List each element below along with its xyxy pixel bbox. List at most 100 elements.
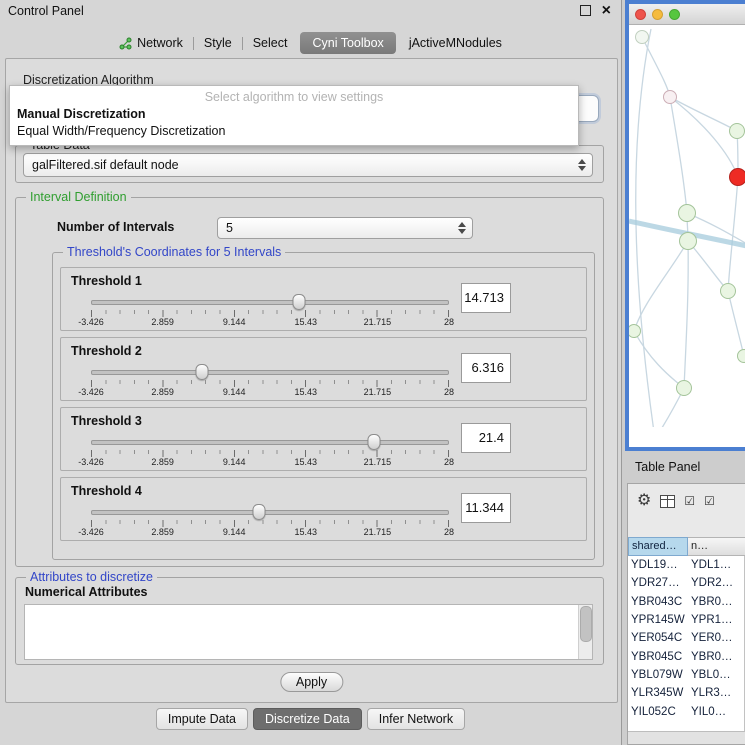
threshold-value-field[interactable]: 6.316 [461, 353, 511, 383]
float-window-icon[interactable] [580, 5, 591, 16]
threshold-row: Threshold 1 -3.426 2.859 9.144 15.43 21.… [60, 267, 587, 331]
network-node[interactable] [737, 349, 745, 363]
threshold-coordinates-group: Threshold's Coordinates for 5 Intervals … [52, 252, 595, 560]
network-node[interactable] [729, 168, 745, 186]
slider-tick-label: 2.859 [151, 387, 174, 397]
dropdown-option-equal-width[interactable]: Equal Width/Frequency Discretization [10, 123, 578, 140]
table-panel-toolbar: ⚙ ☑ ☑ [628, 484, 745, 518]
column-header-shared-name[interactable]: shared… [628, 537, 688, 556]
tab-impute-data[interactable]: Impute Data [156, 708, 248, 730]
slider-tick-label: 2.859 [151, 457, 174, 467]
slider-thumb[interactable] [253, 504, 266, 520]
table-row[interactable]: YER054C YER0… [628, 629, 745, 647]
zoom-traffic-light-icon[interactable] [669, 9, 680, 20]
threshold-slider[interactable]: -3.426 2.859 9.144 15.43 21.715 28 [91, 436, 449, 470]
stepper-icon [578, 159, 586, 171]
threshold-value-field[interactable]: 21.4 [461, 423, 511, 453]
close-window-icon[interactable]: × [602, 5, 611, 16]
attributes-list-scrollbar[interactable] [578, 605, 592, 659]
attributes-group-title: Attributes to discretize [26, 570, 157, 584]
network-node[interactable] [720, 283, 736, 299]
slider-tick-label: 9.144 [223, 527, 246, 537]
number-of-intervals-label: Number of Intervals [57, 220, 174, 234]
table-row[interactable]: YBL079W YBL0… [628, 666, 745, 684]
slider-tick-label: 28 [444, 387, 454, 397]
slider-track[interactable] [91, 370, 449, 375]
tab-discretize-data[interactable]: Discretize Data [253, 708, 362, 730]
network-window-titlebar[interactable] [629, 4, 745, 25]
tab-network-label: Network [137, 36, 183, 50]
dropdown-placeholder-option[interactable]: Select algorithm to view settings [10, 86, 578, 106]
right-panel: Table Panel ⚙ ☑ ☑ shared… n… YDL19… YDL1… [625, 0, 745, 745]
tab-select[interactable]: Select [243, 32, 298, 54]
select-all-checkbox-icon[interactable]: ☑ [684, 495, 695, 507]
threshold-slider[interactable]: -3.426 2.859 9.144 15.43 21.715 28 [91, 296, 449, 330]
close-traffic-light-icon[interactable] [635, 9, 646, 20]
network-node[interactable] [663, 90, 677, 104]
tab-style[interactable]: Style [194, 32, 242, 54]
threshold-slider[interactable]: -3.426 2.859 9.144 15.43 21.715 28 [91, 366, 449, 400]
slider-tick-label: -3.426 [78, 387, 104, 397]
table-row[interactable]: YLR345W YLR3… [628, 684, 745, 702]
slider-tick-label: 15.43 [295, 387, 318, 397]
minimize-traffic-light-icon[interactable] [652, 9, 663, 20]
slider-tick-label: 21.715 [364, 527, 392, 537]
slider-thumb[interactable] [367, 434, 380, 450]
slider-thumb[interactable] [292, 294, 305, 310]
network-node[interactable] [635, 30, 649, 44]
dropdown-option-manual-discretization[interactable]: Manual Discretization [10, 106, 578, 123]
threshold-row: Threshold 3 -3.426 2.859 9.144 15.43 21.… [60, 407, 587, 471]
select-column-checkbox-icon[interactable]: ☑ [704, 495, 715, 507]
tab-network[interactable]: Network [109, 32, 193, 54]
tab-cyni-toolbox[interactable]: Cyni Toolbox [300, 32, 395, 54]
control-panel-window: Control Panel × Network Style Select Cyn… [0, 0, 622, 745]
control-panel-titlebar[interactable]: Control Panel × [0, 0, 621, 24]
number-of-intervals-combobox[interactable]: 5 [217, 217, 473, 239]
table-row[interactable]: YBR043C YBR0… [628, 593, 745, 611]
threshold-label: Threshold 1 [71, 274, 142, 288]
slider-tick-label: 21.715 [364, 317, 392, 327]
slider-major-ticks [91, 310, 449, 317]
table-row[interactable]: YBR045C YBR0… [628, 647, 745, 665]
table-data-value: galFiltered.sif default node [32, 158, 179, 172]
table-header-row: shared… n… [628, 537, 745, 556]
column-layout-icon[interactable] [660, 495, 675, 508]
slider-major-ticks [91, 520, 449, 527]
table-data-group: Table Data galFiltered.sif default node [15, 145, 604, 183]
apply-button[interactable]: Apply [280, 672, 343, 692]
slider-tick-label: -3.426 [78, 317, 104, 327]
slider-major-ticks [91, 380, 449, 387]
table-data-combobox[interactable]: galFiltered.sif default node [23, 153, 593, 177]
network-view-window[interactable] [625, 0, 745, 451]
numerical-attributes-list[interactable] [24, 604, 593, 660]
network-node[interactable] [678, 204, 696, 222]
slider-track[interactable] [91, 300, 449, 305]
settings-gear-icon[interactable]: ⚙ [637, 493, 651, 509]
table-panel-title: Table Panel [635, 460, 700, 474]
slider-thumb[interactable] [195, 364, 208, 380]
threshold-slider[interactable]: -3.426 2.859 9.144 15.43 21.715 28 [91, 506, 449, 540]
threshold-value-field[interactable]: 11.344 [461, 493, 511, 523]
threshold-coordinates-title: Threshold's Coordinates for 5 Intervals [63, 245, 285, 259]
tab-infer-network[interactable]: Infer Network [367, 708, 465, 730]
interval-definition-title: Interval Definition [26, 190, 131, 204]
table-row[interactable]: YIL052C YIL0… [628, 702, 745, 720]
network-node[interactable] [729, 123, 745, 139]
network-node[interactable] [676, 380, 692, 396]
table-row[interactable]: YDL19… YDL1… [628, 556, 745, 574]
window-title: Control Panel [8, 4, 84, 18]
column-header-name[interactable]: n… [688, 537, 745, 556]
table-row[interactable]: YDR27… YDR2… [628, 574, 745, 592]
network-canvas[interactable] [629, 25, 745, 427]
traffic-lights [635, 9, 680, 20]
table-horizontal-scrollbar[interactable] [628, 731, 745, 744]
slider-track[interactable] [91, 510, 449, 515]
slider-track[interactable] [91, 440, 449, 445]
slider-tick-label: 9.144 [223, 457, 246, 467]
network-node[interactable] [679, 232, 697, 250]
tab-jactivemnodules[interactable]: jActiveMNodules [399, 32, 512, 54]
table-row[interactable]: YPR145W YPR1… [628, 611, 745, 629]
table-panel: ⚙ ☑ ☑ shared… n… YDL19… YDL1… YDR27… YDR… [627, 483, 745, 745]
slider-tick-label: -3.426 [78, 457, 104, 467]
threshold-value-field[interactable]: 14.713 [461, 283, 511, 313]
